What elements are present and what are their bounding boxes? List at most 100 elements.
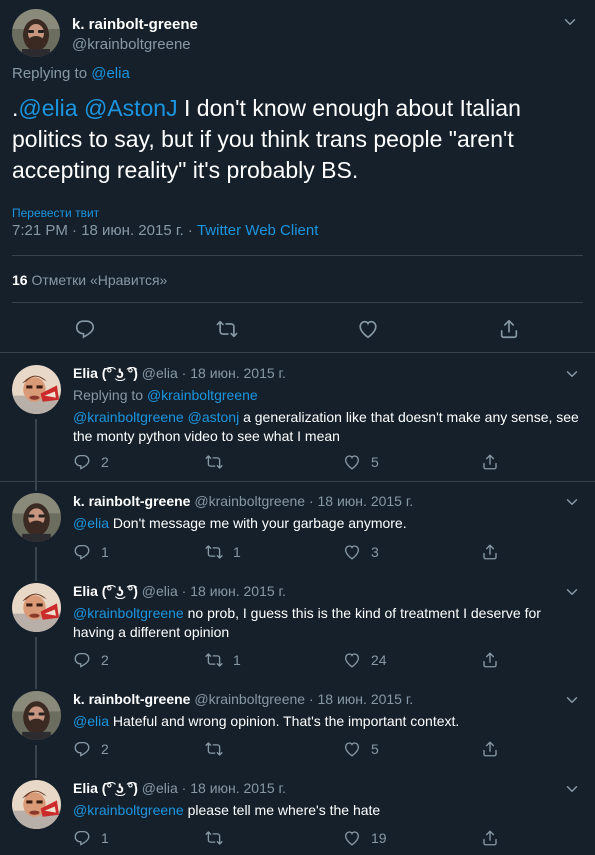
author-name[interactable]: k. rainbolt-greene [72, 16, 198, 33]
like-icon [343, 740, 361, 758]
divider [0, 481, 595, 482]
share-button[interactable] [481, 453, 499, 471]
share-button[interactable] [481, 740, 499, 758]
author-handle-date[interactable]: @krainboltgreene · 18 июн. 2015 г. [190, 493, 413, 509]
reply-tweet[interactable]: Elia (͡° ͜ʖ ͡°) @elia · 18 июн. 2015 г. … [0, 571, 595, 679]
avatar[interactable] [12, 9, 60, 57]
mention-link[interactable]: @krainboltgreene @astonj [73, 409, 239, 425]
avatar[interactable] [12, 365, 61, 414]
author-handle-date[interactable]: @krainboltgreene · 18 июн. 2015 г. [190, 691, 413, 707]
chevron-down-icon[interactable] [563, 780, 581, 798]
like-icon[interactable] [357, 318, 379, 340]
reply-icon [73, 651, 91, 669]
share-icon[interactable] [498, 318, 520, 340]
retweet-icon[interactable] [216, 318, 238, 340]
client-link[interactable]: Twitter Web Client [197, 222, 318, 239]
reply-count: 2 [101, 454, 109, 470]
tweet-text: @elia Don't message me with your garbage… [73, 514, 585, 533]
reply-tweet[interactable]: k. rainbolt-greene @krainboltgreene · 18… [0, 481, 595, 571]
replying-to: Replying to @elia [12, 65, 130, 82]
like-button[interactable]: 24 [343, 651, 387, 669]
chevron-down-icon[interactable] [563, 365, 581, 383]
reply-icon[interactable] [74, 318, 96, 340]
like-count: 5 [371, 741, 379, 757]
author-name[interactable]: Elia (͡° ͜ʖ ͡°) [73, 583, 138, 599]
author-handle-date[interactable]: @elia · 18 июн. 2015 г. [138, 780, 286, 796]
retweet-button[interactable]: 1 [205, 651, 241, 669]
author-handle-date[interactable]: @elia · 18 июн. 2015 г. [138, 583, 286, 599]
share-button[interactable] [481, 543, 499, 561]
thread-line [35, 679, 37, 689]
thread-line [35, 571, 37, 581]
retweet-icon [205, 829, 223, 847]
tweet-text: @krainboltgreene no prob, I guess this i… [73, 604, 585, 642]
author-name[interactable]: Elia (͡° ͜ʖ ͡°) [73, 780, 138, 796]
author-name[interactable]: k. rainbolt-greene [73, 493, 190, 509]
tweet-body: Hateful and wrong opinion. That's the im… [109, 713, 460, 729]
avatar[interactable] [12, 583, 61, 632]
mention-link[interactable]: @elia [73, 515, 109, 531]
replying-to-link[interactable]: @krainboltgreene [147, 387, 258, 403]
share-button[interactable] [481, 829, 499, 847]
share-icon [481, 651, 499, 669]
replying-to-link[interactable]: @elia [91, 65, 130, 82]
timestamp[interactable]: 7:21 PM · 18 июн. 2015 г. · [12, 222, 197, 239]
tweet-text: .@elia @AstonJ I don't know enough about… [12, 93, 572, 186]
thread-line [35, 768, 37, 778]
retweet-button[interactable] [205, 740, 233, 758]
likes-count[interactable]: 16 Отметки «Нравится» [12, 272, 167, 288]
reply-tweet[interactable]: Elia (͡° ͜ʖ ͡°) @elia · 18 июн. 2015 г. … [0, 768, 595, 855]
author-handle-date[interactable]: @elia · 18 июн. 2015 г. [138, 365, 286, 381]
reply-count: 2 [101, 741, 109, 757]
replying-prefix: Replying to [12, 65, 92, 82]
author-handle[interactable]: @krainboltgreene [72, 36, 191, 53]
reply-button[interactable]: 2 [73, 453, 109, 471]
reply-button[interactable]: 2 [73, 740, 109, 758]
reply-tweet[interactable]: k. rainbolt-greene @krainboltgreene · 18… [0, 679, 595, 768]
mention-link[interactable]: @krainboltgreene [73, 802, 184, 818]
like-button[interactable]: 5 [343, 740, 379, 758]
divider [12, 255, 583, 256]
author-name[interactable]: Elia (͡° ͜ʖ ͡°) [73, 365, 138, 381]
reply-button[interactable]: 1 [73, 829, 109, 847]
chevron-down-icon[interactable] [561, 13, 579, 31]
mention-link[interactable]: @elia [73, 713, 109, 729]
reply-button[interactable]: 1 [73, 543, 109, 561]
tweet-actions: 2 5 [73, 740, 503, 760]
avatar[interactable] [12, 493, 61, 542]
reply-tweet[interactable]: Elia (͡° ͜ʖ ͡°) @elia · 18 июн. 2015 г. … [0, 353, 595, 481]
chevron-down-icon[interactable] [563, 493, 581, 511]
like-count: 5 [371, 454, 379, 470]
share-button[interactable] [481, 651, 499, 669]
avatar[interactable] [12, 780, 61, 829]
tweet-actions: 1 19 [73, 829, 503, 849]
tweet-text: @krainboltgreene please tell me where's … [73, 801, 585, 820]
retweet-button[interactable] [205, 829, 233, 847]
translate-link[interactable]: Перевести твит [12, 206, 99, 220]
like-icon [343, 543, 361, 561]
tweet-actions: 1 1 3 [73, 543, 503, 563]
like-button[interactable]: 3 [343, 543, 379, 561]
replying-prefix: Replying to [73, 387, 147, 403]
retweet-button[interactable] [205, 453, 233, 471]
share-icon [481, 740, 499, 758]
like-button[interactable]: 19 [343, 829, 387, 847]
reply-icon [73, 543, 91, 561]
retweet-icon [205, 543, 223, 561]
like-icon [343, 829, 361, 847]
author-name[interactable]: k. rainbolt-greene [73, 691, 190, 707]
avatar[interactable] [12, 691, 61, 740]
mention-link[interactable]: @AstonJ [84, 95, 178, 121]
thread-line [35, 547, 37, 571]
like-count: 19 [371, 830, 387, 846]
reply-button[interactable]: 2 [73, 651, 109, 669]
mention-link[interactable]: @krainboltgreene [73, 605, 184, 621]
chevron-down-icon[interactable] [563, 691, 581, 709]
tweet-body: Don't message me with your garbage anymo… [109, 515, 407, 531]
like-button[interactable]: 5 [343, 453, 379, 471]
retweet-button[interactable]: 1 [205, 543, 241, 561]
retweet-icon [205, 740, 223, 758]
chevron-down-icon[interactable] [563, 583, 581, 601]
share-icon [481, 453, 499, 471]
mention-link[interactable]: @elia [18, 95, 77, 121]
